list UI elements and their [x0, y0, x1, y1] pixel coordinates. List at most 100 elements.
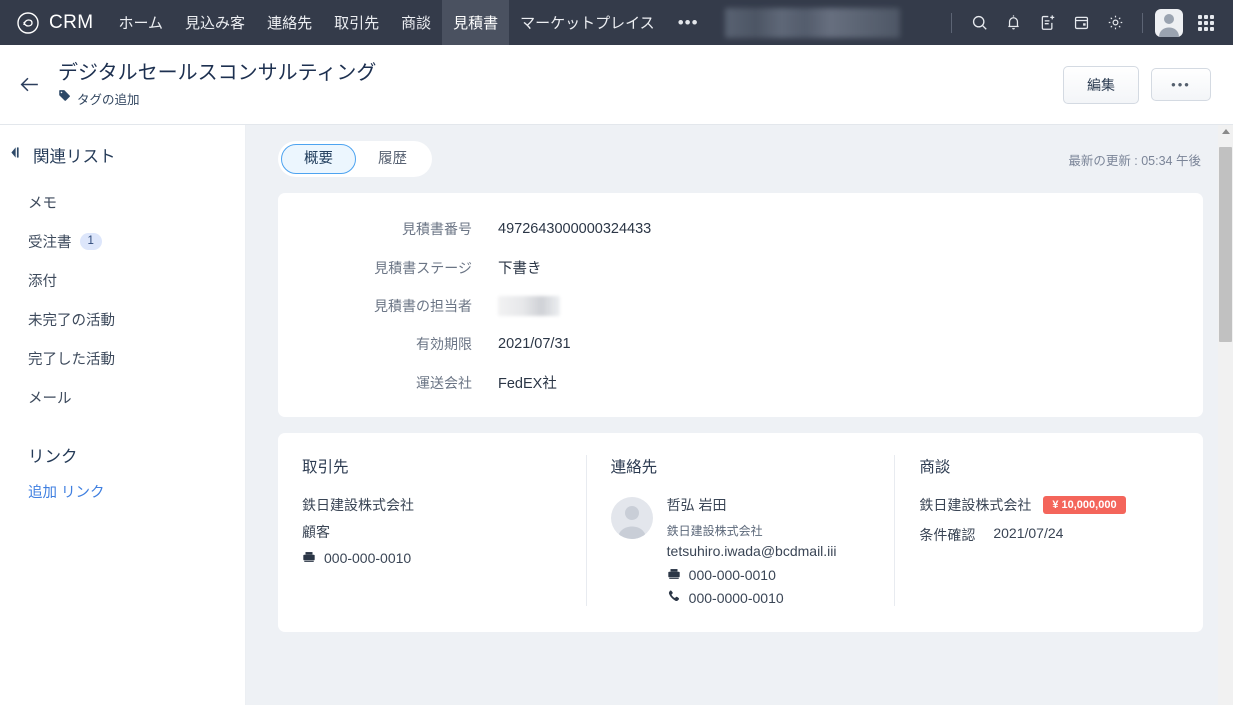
- nav-item-home[interactable]: ホーム: [107, 0, 174, 45]
- field-row-valid-until: 有効期限 2021/07/31: [278, 334, 1203, 354]
- sidebar-item-emails[interactable]: メール: [0, 378, 245, 417]
- edit-button[interactable]: 編集: [1063, 65, 1139, 104]
- note-add-icon[interactable]: [1030, 6, 1064, 40]
- contact-phone[interactable]: 000-000-0010: [689, 567, 776, 583]
- contact-block: 哲弘 岩田 鉄日建設株式会社 tetsuhiro.iwada@bcdmail.i…: [610, 495, 871, 606]
- account-phone-row: 000-000-0010: [302, 549, 562, 566]
- account-name[interactable]: 鉄日建設株式会社: [302, 495, 562, 515]
- page-title: デジタルセールスコンサルティング: [58, 61, 377, 84]
- tab-overview[interactable]: 概要: [281, 144, 356, 174]
- main-content: 概要 履歴 最新の更新 : 05:34 午後 見積書番号 49726430000…: [246, 125, 1233, 705]
- more-actions-button[interactable]: •••: [1151, 68, 1211, 101]
- sidebar-item-label: 未完了の活動: [28, 313, 115, 329]
- nav-item-accounts[interactable]: 取引先: [323, 0, 390, 45]
- contact-email[interactable]: tetsuhiro.iwada@bcdmail.iii: [667, 543, 837, 559]
- brand-logo-area[interactable]: CRM: [0, 0, 107, 45]
- contact-phone-row: 000-000-0010: [667, 566, 837, 583]
- content-toolbar: 概要 履歴 最新の更新 : 05:34 午後: [246, 125, 1233, 177]
- sidebar-item-sales-orders[interactable]: 受注書 1: [0, 222, 245, 261]
- deal-row: 鉄日建設株式会社 ¥ 10,000,000: [919, 495, 1179, 515]
- field-label: 見積書ステージ: [374, 259, 472, 276]
- field-row-quote-number: 見積書番号 4972643000000324433: [278, 219, 1203, 239]
- tag-row[interactable]: タグの追加: [58, 89, 376, 108]
- field-label: 見積書の担当者: [374, 298, 472, 314]
- field-row-carrier: 運送会社 FedEX社: [278, 372, 1203, 393]
- sidebar-item-notes[interactable]: メモ: [0, 183, 245, 222]
- nav-more-button[interactable]: •••: [666, 0, 711, 45]
- related-account-column: 取引先 鉄日建設株式会社 顧客 000-000-0010: [278, 455, 587, 606]
- telephone-icon: [302, 549, 316, 566]
- back-arrow-icon[interactable]: [0, 72, 58, 97]
- contact-name[interactable]: 哲弘 岩田: [667, 495, 837, 515]
- account-phone[interactable]: 000-000-0010: [324, 550, 411, 566]
- calendar-icon[interactable]: [1064, 6, 1098, 40]
- field-value[interactable]: 4972643000000324433: [498, 221, 651, 237]
- sidebar-item-open-activities[interactable]: 未完了の活動: [0, 300, 245, 339]
- nav-right-icons: [941, 0, 1233, 45]
- search-icon[interactable]: [962, 6, 996, 40]
- related-deal-column: 商談 鉄日建設株式会社 ¥ 10,000,000 条件確認 2021/07/24: [895, 455, 1203, 606]
- field-label: 有効期限: [416, 336, 472, 352]
- sidebar-item-label: 完了した活動: [28, 352, 115, 368]
- nav-divider-2: [1142, 12, 1143, 33]
- deal-stage: 条件確認: [919, 527, 976, 543]
- related-records-card: 取引先 鉄日建設株式会社 顧客 000-000-0010 連絡先 哲弘 岩田 鉄…: [278, 433, 1203, 632]
- contact-avatar-icon: [610, 497, 653, 539]
- field-row-quote-owner: 見積書の担当者: [278, 296, 1203, 316]
- page-title-block: デジタルセールスコンサルティング タグの追加: [58, 62, 376, 108]
- add-tag-label: タグの追加: [77, 92, 140, 107]
- nav-item-deals[interactable]: 商談: [390, 0, 442, 45]
- vertical-scrollbar[interactable]: [1218, 125, 1233, 705]
- field-value[interactable]: 下書き: [498, 257, 542, 278]
- sidebar-add-link[interactable]: 追加 リンク: [0, 475, 245, 508]
- header-actions: 編集 •••: [1063, 65, 1211, 104]
- bell-icon[interactable]: [996, 6, 1030, 40]
- sidebar-item-label: 添付: [28, 274, 57, 290]
- sidebar-item-label: メール: [28, 391, 72, 407]
- field-value[interactable]: 2021/07/31: [498, 336, 571, 352]
- gear-icon[interactable]: [1098, 6, 1132, 40]
- sidebar-item-attachments[interactable]: 添付: [0, 261, 245, 300]
- page-body: 関連リスト メモ 受注書 1 添付 未完了の活動 完了した活動 メール リンク …: [0, 125, 1233, 705]
- sidebar-item-label: メモ: [28, 196, 57, 212]
- deal-stage-row: 条件確認 2021/07/24: [919, 525, 1179, 545]
- telephone-icon: [667, 566, 681, 583]
- collapse-panel-icon[interactable]: [8, 144, 25, 166]
- tab-history[interactable]: 履歴: [356, 144, 429, 174]
- field-value-redacted[interactable]: [498, 296, 560, 316]
- deal-amount-badge: ¥ 10,000,000: [1043, 496, 1126, 514]
- related-contact-title: 連絡先: [610, 459, 658, 476]
- details-card: 見積書番号 4972643000000324433 見積書ステージ 下書き 見積…: [278, 193, 1203, 417]
- sidebar-section-title: 関連リスト: [33, 148, 116, 166]
- scrollbar-thumb[interactable]: [1219, 147, 1232, 342]
- sidebar-links-title: リンク: [28, 448, 78, 466]
- deal-name[interactable]: 鉄日建設株式会社: [919, 495, 1031, 515]
- sidebar-item-closed-activities[interactable]: 完了した活動: [0, 339, 245, 378]
- nav-item-leads[interactable]: 見込み客: [174, 0, 256, 45]
- apps-grid-dots: [1198, 14, 1214, 31]
- contact-details: 哲弘 岩田 鉄日建設株式会社 tetsuhiro.iwada@bcdmail.i…: [667, 495, 837, 606]
- redacted-nav-region: [724, 7, 900, 38]
- nav-item-contacts[interactable]: 連絡先: [256, 0, 323, 45]
- sidebar-header: 関連リスト: [0, 143, 245, 167]
- contact-mobile[interactable]: 000-0000-0010: [689, 590, 784, 606]
- nav-item-quotes[interactable]: 見積書: [442, 0, 510, 45]
- related-contact-column: 連絡先 哲弘 岩田 鉄日建設株式会社 tetsuhiro.iwada@bcdma…: [587, 455, 896, 606]
- field-label: 運送会社: [416, 374, 472, 391]
- nav-items: ホーム 見込み客 連絡先 取引先 商談 見積書 マーケットプレイス: [107, 0, 665, 45]
- sidebar-item-label: 受注書: [28, 235, 72, 251]
- top-navigation-bar: CRM ホーム 見込み客 連絡先 取引先 商談 見積書 マーケットプレイス ••…: [0, 0, 1233, 45]
- field-row-quote-stage: 見積書ステージ 下書き: [278, 257, 1203, 278]
- scrollbar-up-arrow-icon[interactable]: [1221, 129, 1230, 134]
- page-header: デジタルセールスコンサルティング タグの追加 編集 •••: [0, 45, 1233, 125]
- field-value[interactable]: FedEX社: [498, 372, 557, 393]
- sidebar: 関連リスト メモ 受注書 1 添付 未完了の活動 完了した活動 メール リンク …: [0, 125, 246, 705]
- avatar[interactable]: [1155, 8, 1183, 37]
- nav-divider: [951, 12, 952, 33]
- nav-item-marketplace[interactable]: マーケットプレイス: [509, 0, 666, 45]
- last-updated-text: 最新の更新 : 05:34 午後: [1068, 153, 1201, 168]
- account-type: 顧客: [302, 524, 330, 540]
- contact-mobile-row: 000-0000-0010: [667, 589, 837, 606]
- brand-name: CRM: [49, 11, 94, 33]
- apps-grid-icon[interactable]: [1189, 6, 1223, 40]
